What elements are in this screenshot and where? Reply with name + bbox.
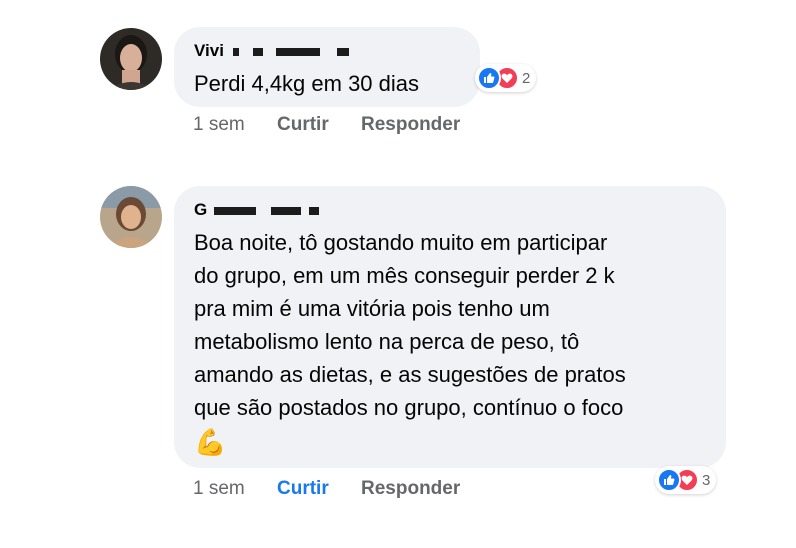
comment-timestamp[interactable]: 1 sem bbox=[193, 478, 277, 500]
like-reaction-icon bbox=[657, 468, 681, 492]
comment-text: Boa noite, tô gostando muito em particip… bbox=[194, 230, 626, 420]
comment-bubble: G Boa noite, tô gostando muito em partic… bbox=[174, 186, 726, 468]
flexed-biceps-emoji: 💪 bbox=[194, 427, 227, 457]
user-photo-icon bbox=[100, 186, 162, 248]
comment-actions: 1 sem Curtir Responder bbox=[193, 478, 460, 500]
comment-author[interactable]: G bbox=[194, 200, 320, 220]
reaction-count: 3 bbox=[702, 471, 711, 489]
comment-2: G Boa noite, tô gostando muito em partic… bbox=[0, 0, 796, 548]
like-reaction-icon bbox=[477, 66, 501, 90]
like-button[interactable]: Curtir bbox=[277, 478, 361, 500]
avatar[interactable] bbox=[100, 186, 162, 248]
reaction-summary[interactable]: 3 bbox=[655, 466, 717, 494]
reply-button[interactable]: Responder bbox=[361, 478, 460, 500]
